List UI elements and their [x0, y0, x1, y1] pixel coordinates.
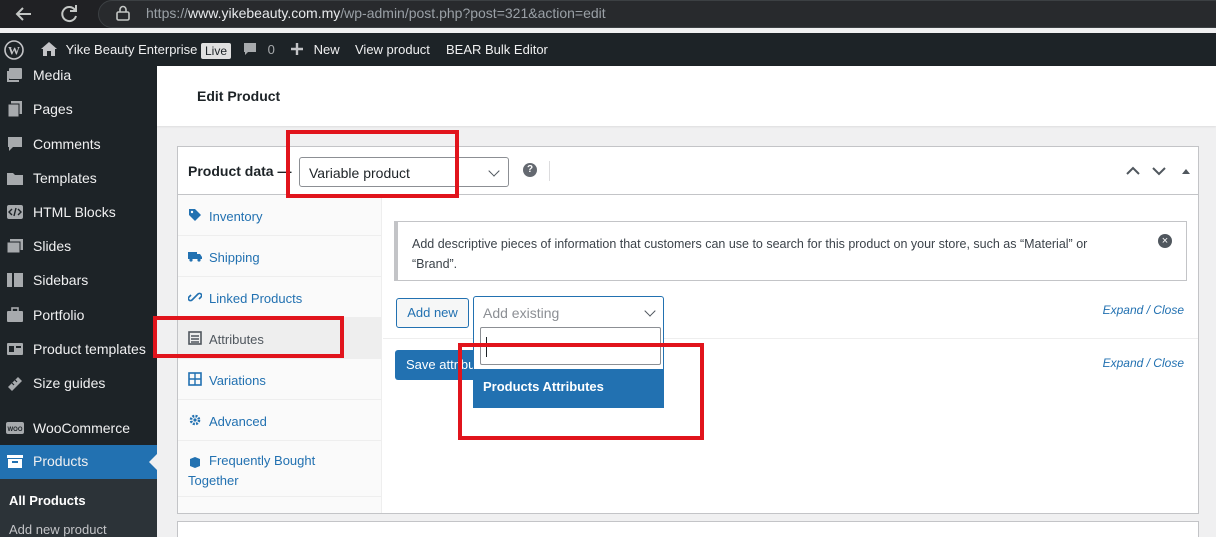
expand-close-link[interactable]: Expand / Close — [1103, 303, 1184, 317]
help-icon[interactable]: ? — [523, 163, 537, 177]
sidebar-item-templates[interactable]: Templates — [0, 162, 157, 196]
sidebar-item-woocommerce[interactable]: WOO WooCommerce — [0, 412, 157, 446]
highlight-product-type — [286, 130, 459, 198]
comment-bubble-icon — [244, 43, 256, 55]
sidebar-item-sidebars[interactable]: Sidebars — [0, 264, 157, 298]
back-arrow-icon[interactable] — [12, 2, 36, 26]
new-label: New — [313, 42, 340, 57]
lock-icon[interactable] — [116, 5, 130, 21]
chevron-down-icon — [644, 305, 656, 317]
attributes-notice: Add descriptive pieces of information th… — [394, 221, 1187, 281]
link-icon — [188, 292, 202, 302]
products-icon — [7, 455, 23, 468]
html-blocks-icon — [7, 205, 23, 219]
sidebar-item-product-templates[interactable]: Product templates — [0, 333, 157, 367]
pages-icon — [7, 101, 22, 117]
tab-variations[interactable]: Variations — [178, 359, 382, 400]
home-icon — [41, 42, 57, 56]
sidebar-item-slides[interactable]: Slides — [0, 230, 157, 264]
sidebar-item-pages[interactable]: Pages — [0, 93, 157, 127]
notice-text: Add descriptive pieces of information th… — [412, 237, 1088, 271]
page-header: Edit Product — [157, 66, 1216, 126]
woocommerce-icon: WOO — [6, 422, 24, 434]
sidebar-item-portfolio[interactable]: Portfolio — [0, 299, 157, 333]
product-templates-icon — [7, 343, 23, 355]
comments-count: 0 — [267, 42, 275, 57]
live-badge: Live — [201, 33, 232, 66]
plus-icon — [291, 43, 303, 55]
product-data-title: Product data — — [188, 163, 292, 179]
tab-shipping[interactable]: Shipping — [178, 236, 382, 277]
svg-text:W: W — [8, 44, 20, 58]
bear-bulk-editor-link[interactable]: BEAR Bulk Editor — [446, 33, 548, 66]
dismiss-notice-icon[interactable]: × — [1158, 234, 1172, 248]
wordpress-logo-icon[interactable]: W — [4, 39, 24, 60]
new-content-link[interactable]: New — [290, 33, 340, 66]
site-name-label: Yike Beauty Enterprise — [65, 42, 198, 57]
next-metabox — [177, 521, 1199, 537]
media-icon — [7, 68, 22, 82]
tab-inventory[interactable]: Inventory — [178, 195, 382, 236]
portfolio-icon — [7, 307, 23, 322]
browser-toolbar: https://www.yikebeauty.com.my/wp-admin/p… — [0, 0, 1216, 28]
size-guides-icon — [8, 377, 22, 391]
sidebar-item-media[interactable]: Media — [0, 59, 157, 93]
toggle-panel-icon[interactable] — [1177, 163, 1195, 179]
sidebar-item-size-guides[interactable]: Size guides — [0, 367, 157, 401]
page-title: Edit Product — [197, 88, 281, 104]
move-down-icon[interactable] — [1150, 163, 1168, 179]
submenu-add-new-product[interactable]: Add new product — [9, 522, 107, 537]
address-bar-url[interactable]: https://www.yikebeauty.com.my/wp-admin/p… — [146, 5, 606, 21]
comments-icon — [8, 137, 22, 151]
add-new-attribute-button[interactable]: Add new — [396, 298, 469, 328]
add-existing-placeholder: Add existing — [483, 305, 560, 321]
inventory-tag-icon — [189, 209, 201, 221]
submenu-all-products[interactable]: All Products — [9, 493, 86, 508]
add-existing-attribute-select[interactable]: Add existing — [473, 296, 664, 328]
admin-sidebar: Media Pages Comments Templates HTML Bloc… — [0, 66, 157, 537]
tab-advanced[interactable]: Advanced — [178, 400, 382, 441]
highlight-attributes-tab — [153, 316, 344, 358]
svg-text:WOO: WOO — [8, 427, 23, 433]
slides-icon — [6, 239, 23, 254]
expand-close-link-bottom[interactable]: Expand / Close — [1103, 356, 1184, 370]
sidebars-icon — [7, 273, 23, 287]
gear-icon — [189, 414, 201, 426]
sidebar-item-products[interactable]: Products — [0, 445, 157, 479]
tab-frequently-bought-together[interactable]: Frequently Bought Together — [178, 441, 382, 497]
variations-grid-icon — [188, 372, 202, 386]
templates-icon — [7, 173, 23, 185]
products-submenu: All Products Add new product — [0, 479, 157, 537]
view-product-link[interactable]: View product — [355, 33, 430, 66]
chevron-down-icon — [488, 165, 500, 177]
reload-icon[interactable] — [57, 2, 81, 26]
comments-link[interactable]: 0 — [242, 33, 275, 66]
wp-admin-bar: W Yike Beauty Enterprise Live 0 New View… — [0, 33, 1216, 66]
tab-linked-products[interactable]: Linked Products — [178, 277, 382, 318]
header-divider — [549, 161, 550, 181]
sidebar-item-html-blocks[interactable]: HTML Blocks — [0, 196, 157, 230]
highlight-dropdown-option — [458, 343, 704, 440]
shipping-truck-icon — [188, 252, 202, 262]
move-up-icon[interactable] — [1124, 163, 1142, 179]
sidebar-item-comments[interactable]: Comments — [0, 128, 157, 162]
